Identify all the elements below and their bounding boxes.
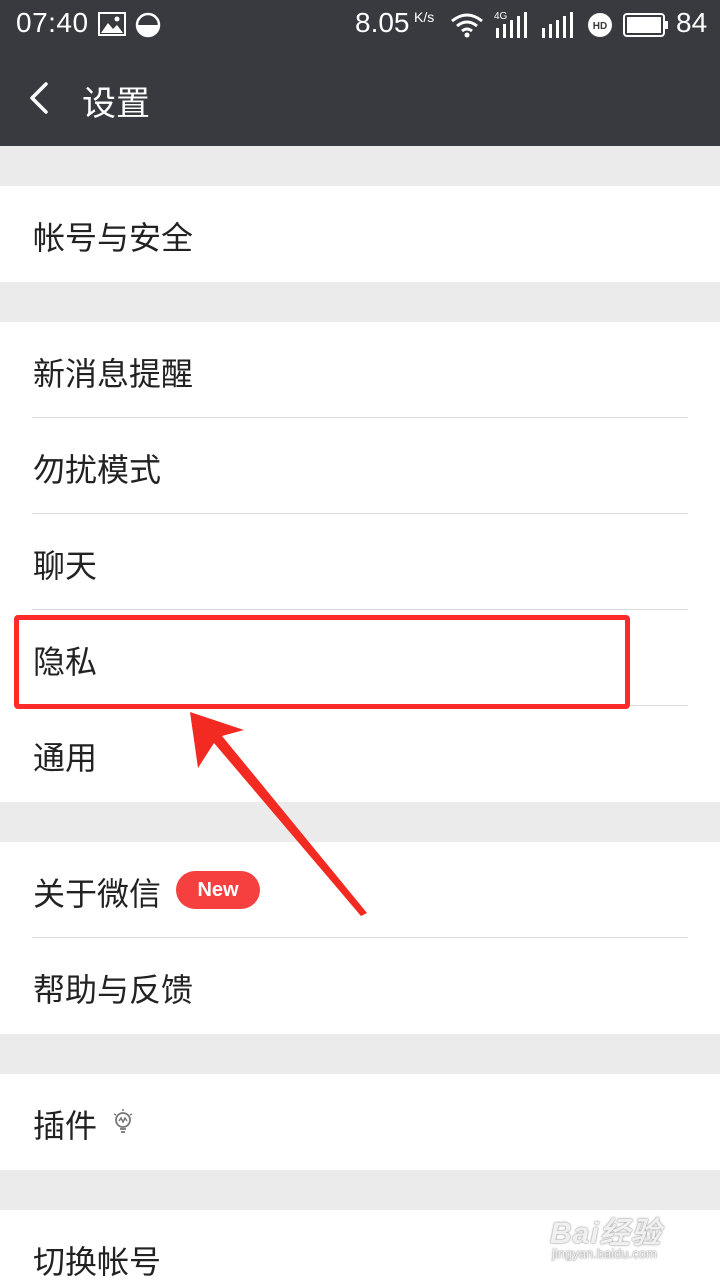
- status-bar: 07:40 8.05 K/s 4G HD 84: [0, 0, 720, 50]
- back-button[interactable]: [14, 72, 66, 124]
- watermark-url: jingyan.baidu.com: [552, 1246, 657, 1261]
- settings-group-about: 关于微信 New 帮助与反馈: [0, 842, 720, 1034]
- hd-voice-icon: HD: [587, 12, 613, 43]
- settings-item-account-security[interactable]: 帐号与安全: [0, 186, 720, 282]
- settings-group-plugins: 插件: [0, 1074, 720, 1170]
- chevron-left-icon: [30, 82, 48, 114]
- settings-item-label: 关于微信: [33, 875, 162, 913]
- new-badge: New: [176, 871, 260, 909]
- network-speed-unit: K/s: [414, 9, 435, 25]
- settings-item-label: 切换帐号: [33, 1243, 162, 1280]
- battery-icon: [623, 13, 669, 42]
- lightbulb-icon: [112, 1108, 134, 1140]
- settings-item-label: 插件: [33, 1107, 98, 1145]
- settings-item-label: 隐私: [33, 643, 98, 681]
- settings-item-label: 勿扰模式: [33, 451, 162, 489]
- hd-label: HD: [593, 21, 607, 32]
- data-saver-icon: [135, 12, 161, 43]
- settings-item-privacy[interactable]: 隐私: [0, 610, 720, 706]
- settings-item-label: 通用: [33, 739, 98, 777]
- battery-level: 84: [676, 7, 708, 38]
- title-bar: 设置: [0, 50, 720, 146]
- settings-item-plugins[interactable]: 插件: [0, 1074, 720, 1170]
- settings-item-general[interactable]: 通用: [0, 706, 720, 802]
- network-speed: 8.05: [355, 7, 410, 38]
- watermark: Bai经验 jingyan.baidu.com: [550, 1208, 662, 1261]
- secondary-signal-icon: [540, 12, 576, 45]
- settings-item-label: 帐号与安全: [33, 219, 194, 257]
- settings-item-help-feedback[interactable]: 帮助与反馈: [0, 938, 720, 1034]
- wifi-icon: [450, 12, 484, 43]
- network-type-label: 4G: [494, 11, 508, 22]
- settings-item-about-wechat[interactable]: 关于微信 New: [0, 842, 720, 938]
- settings-group-general: 新消息提醒 勿扰模式 聊天 隐私 通用: [0, 322, 720, 802]
- settings-item-notifications[interactable]: 新消息提醒: [0, 322, 720, 418]
- settings-item-label: 新消息提醒: [33, 355, 194, 393]
- settings-item-chats[interactable]: 聊天: [0, 514, 720, 610]
- settings-item-do-not-disturb[interactable]: 勿扰模式: [0, 418, 720, 514]
- settings-group-account: 帐号与安全: [0, 186, 720, 282]
- status-time: 07:40: [16, 7, 89, 38]
- settings-item-label: 聊天: [33, 547, 98, 585]
- image-notification-icon: [98, 12, 126, 41]
- page-title: 设置: [82, 84, 150, 124]
- settings-item-label: 帮助与反馈: [33, 971, 194, 1009]
- cellular-signal-icon: 4G: [494, 10, 530, 45]
